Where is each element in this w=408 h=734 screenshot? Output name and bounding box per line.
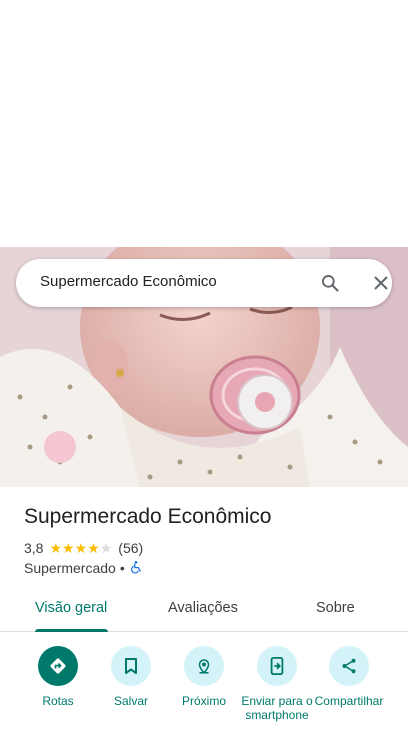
share-label: Compartilhar (314, 694, 384, 708)
nearby-label: Próximo (181, 694, 226, 708)
reviews-count[interactable]: (56) (118, 540, 143, 556)
send-to-phone-icon (257, 646, 297, 686)
star-empty-icon: ★ (99, 540, 113, 556)
save-label: Salvar (113, 694, 148, 708)
place-title: Supermercado Econômico (24, 505, 272, 528)
nearby-button[interactable]: Próximo (164, 646, 244, 708)
star-icon: ★ (74, 540, 88, 556)
wheelchair-icon (129, 560, 143, 577)
search-icon[interactable] (318, 271, 342, 295)
tab-bar: Visão geral Avaliações Sobre (0, 590, 408, 632)
tab-about[interactable]: Sobre (316, 600, 355, 616)
save-button[interactable]: Salvar (91, 646, 171, 708)
place-category: Supermercado (24, 560, 116, 576)
directions-label: Rotas (42, 694, 74, 708)
tab-reviews[interactable]: Avaliações (168, 600, 238, 616)
share-icon (329, 646, 369, 686)
send-to-phone-label: Enviar para o smartphone (241, 694, 313, 722)
tab-overview[interactable]: Visão geral (35, 600, 107, 616)
star-icon: ★ (49, 540, 63, 556)
close-icon[interactable] (369, 271, 393, 295)
share-button[interactable]: Compartilhar (309, 646, 389, 708)
directions-icon (38, 646, 78, 686)
search-input[interactable]: Supermercado Econômico (40, 273, 217, 290)
star-icon: ★ (62, 540, 75, 556)
action-buttons: Rotas Salvar Próximo Enviar para o smart… (0, 646, 408, 734)
search-bar[interactable]: Supermercado Econômico (16, 259, 392, 307)
star-icon: ★ (87, 540, 100, 556)
bookmark-icon (111, 646, 151, 686)
send-to-phone-button[interactable]: Enviar para o smartphone (237, 646, 317, 722)
rating-stars: ★ ★ ★ ★ ★ (49, 541, 112, 555)
rating-value: 3,8 (24, 540, 44, 556)
category-row: Supermercado • (24, 560, 143, 576)
separator: • (119, 560, 125, 576)
nearby-icon (184, 646, 224, 686)
active-tab-indicator (35, 629, 108, 632)
directions-button[interactable]: Rotas (18, 646, 98, 708)
rating-row[interactable]: 3,8 ★ ★ ★ ★ ★ (56) (24, 540, 143, 556)
